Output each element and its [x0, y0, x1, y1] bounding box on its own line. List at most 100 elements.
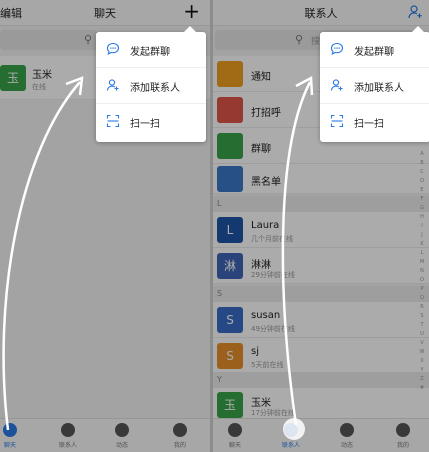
list-item-blacklist[interactable]: 黑名单 — [213, 164, 429, 194]
alphabet-letter[interactable]: F — [418, 195, 426, 204]
alphabet-letter[interactable]: U — [418, 330, 426, 339]
blacklist-icon — [217, 166, 243, 192]
alphabet-letter[interactable]: C — [418, 168, 426, 177]
tab-label: 动态 — [340, 442, 353, 449]
search-icon: ⚲ — [83, 33, 92, 46]
contact-status: 29分钟前在线 — [251, 271, 295, 279]
tab-chat[interactable]: 聊天 — [215, 423, 255, 449]
tab-moments[interactable]: 动态 — [102, 423, 142, 449]
alphabet-letter[interactable]: O — [418, 276, 426, 285]
menu-item-group-chat[interactable]: 发起群聊 — [96, 32, 206, 68]
alphabet-index[interactable]: A B C D E F G H I J K L M N O P Q R S T U V W X Y Z # — [418, 150, 426, 393]
tab-me[interactable]: 我的 — [160, 423, 200, 449]
alphabet-letter[interactable]: Y — [418, 366, 426, 375]
alphabet-letter[interactable]: B — [418, 159, 426, 168]
menu-item-label: 添加联系人 — [130, 83, 180, 94]
menu-item-label: 发起群聊 — [354, 47, 394, 58]
alphabet-letter[interactable]: T — [418, 321, 426, 330]
tab-label: 动态 — [115, 442, 128, 449]
add-menu: 发起群聊 添加联系人 扫一扫 — [320, 26, 429, 142]
list-item-label: 打招呼 — [251, 108, 281, 119]
tab-label: 联系人 — [281, 442, 300, 449]
tab-label: 我的 — [173, 442, 186, 449]
contact-item[interactable]: 玉 玉米 17分钟前在线 — [213, 388, 429, 420]
contact-item[interactable]: 淋 淋淋 29分钟前在线 — [213, 248, 429, 284]
menu-item-scan[interactable]: 扫一扫 — [320, 104, 429, 140]
scan-icon — [106, 114, 120, 128]
contact-name: 淋淋 — [251, 260, 271, 271]
group-icon — [217, 133, 243, 159]
search-icon: ⚲ — [295, 33, 304, 46]
menu-item-label: 扫一扫 — [130, 119, 160, 130]
page-title: 联系人 — [304, 7, 338, 20]
alphabet-letter[interactable]: L — [418, 249, 426, 258]
tab-me[interactable]: 我的 — [383, 423, 423, 449]
moments-tab-icon — [340, 423, 354, 437]
tab-moments[interactable]: 动态 — [327, 423, 367, 449]
tab-bar: 聊天 联系人 动态 我的 — [0, 418, 210, 452]
alphabet-letter[interactable]: I — [418, 222, 426, 231]
contacts-screen: 联系人 ⚲ 搜索 通知 打招呼 群聊 黑名单 L L Laura 几个月前在线 … — [213, 0, 429, 452]
conversation-name: 玉米 — [32, 70, 52, 81]
tab-label: 聊天 — [3, 442, 16, 449]
menu-item-group-chat[interactable]: 发起群聊 — [320, 32, 429, 68]
alphabet-letter[interactable]: W — [418, 348, 426, 357]
tab-bar: 聊天 联系人 动态 我的 — [213, 418, 429, 452]
contact-item[interactable]: S sj 5天前在线 — [213, 338, 429, 374]
tab-label: 聊天 — [228, 442, 241, 449]
alphabet-letter[interactable]: S — [418, 312, 426, 321]
menu-item-label: 发起群聊 — [130, 47, 170, 58]
alphabet-letter[interactable]: E — [418, 186, 426, 195]
alphabet-letter[interactable]: # — [418, 384, 426, 393]
chat-screen: 编辑 聊天 + ⚲ 玉 玉米 在线 聊天 联系人 动态 我的 发起群聊 添加联系… — [0, 0, 210, 452]
chat-bubble-icon — [330, 42, 344, 56]
add-contact-icon — [330, 79, 343, 91]
alphabet-letter[interactable]: X — [418, 357, 426, 366]
alphabet-letter[interactable]: N — [418, 267, 426, 276]
search-bar[interactable]: ⚲ — [0, 30, 98, 50]
alphabet-letter[interactable]: P — [418, 285, 426, 294]
add-contact-icon[interactable] — [407, 4, 423, 20]
contact-status: 49分钟前在线 — [251, 325, 295, 333]
call-icon — [217, 97, 243, 123]
contact-status: 几个月前在线 — [251, 235, 293, 243]
contact-item[interactable]: L Laura 几个月前在线 — [213, 212, 429, 248]
plus-button[interactable]: + — [183, 0, 200, 22]
scan-icon — [330, 114, 344, 128]
menu-item-add-contact[interactable]: 添加联系人 — [320, 68, 429, 104]
chat-tab-icon — [3, 423, 17, 437]
plus-menu: 发起群聊 添加联系人 扫一扫 — [96, 26, 206, 142]
section-header: S — [213, 286, 429, 302]
alphabet-letter[interactable]: G — [418, 204, 426, 213]
page-title: 聊天 — [94, 7, 116, 20]
alphabet-letter[interactable]: J — [418, 231, 426, 240]
alphabet-letter[interactable]: M — [418, 258, 426, 267]
avatar: 玉 — [0, 65, 26, 91]
alphabet-letter[interactable]: Q — [418, 294, 426, 303]
alphabet-letter[interactable]: V — [418, 339, 426, 348]
contacts-header: 联系人 — [213, 0, 429, 26]
section-header: L — [213, 196, 429, 212]
tab-contacts[interactable]: 联系人 — [48, 423, 88, 449]
avatar: S — [217, 307, 243, 333]
menu-item-label: 添加联系人 — [354, 83, 404, 94]
contact-name: Laura — [251, 220, 280, 231]
menu-item-label: 扫一扫 — [354, 119, 384, 130]
alphabet-letter[interactable]: K — [418, 240, 426, 249]
alphabet-letter[interactable]: R — [418, 303, 426, 312]
chat-header: 编辑 聊天 + — [0, 0, 210, 26]
tab-label: 我的 — [396, 442, 409, 449]
tab-chat[interactable]: 聊天 — [0, 423, 30, 449]
alphabet-letter[interactable]: H — [418, 213, 426, 222]
avatar: S — [217, 343, 243, 369]
moments-tab-icon — [115, 423, 129, 437]
contact-item[interactable]: S susan 49分钟前在线 — [213, 302, 429, 338]
alphabet-letter[interactable]: D — [418, 177, 426, 186]
avatar: 玉 — [217, 392, 243, 418]
alphabet-letter[interactable]: A — [418, 150, 426, 159]
contact-name: susan — [251, 310, 281, 321]
tap-indicator — [283, 418, 305, 440]
menu-item-scan[interactable]: 扫一扫 — [96, 104, 206, 140]
menu-item-add-contact[interactable]: 添加联系人 — [96, 68, 206, 104]
alphabet-letter[interactable]: Z — [418, 375, 426, 384]
